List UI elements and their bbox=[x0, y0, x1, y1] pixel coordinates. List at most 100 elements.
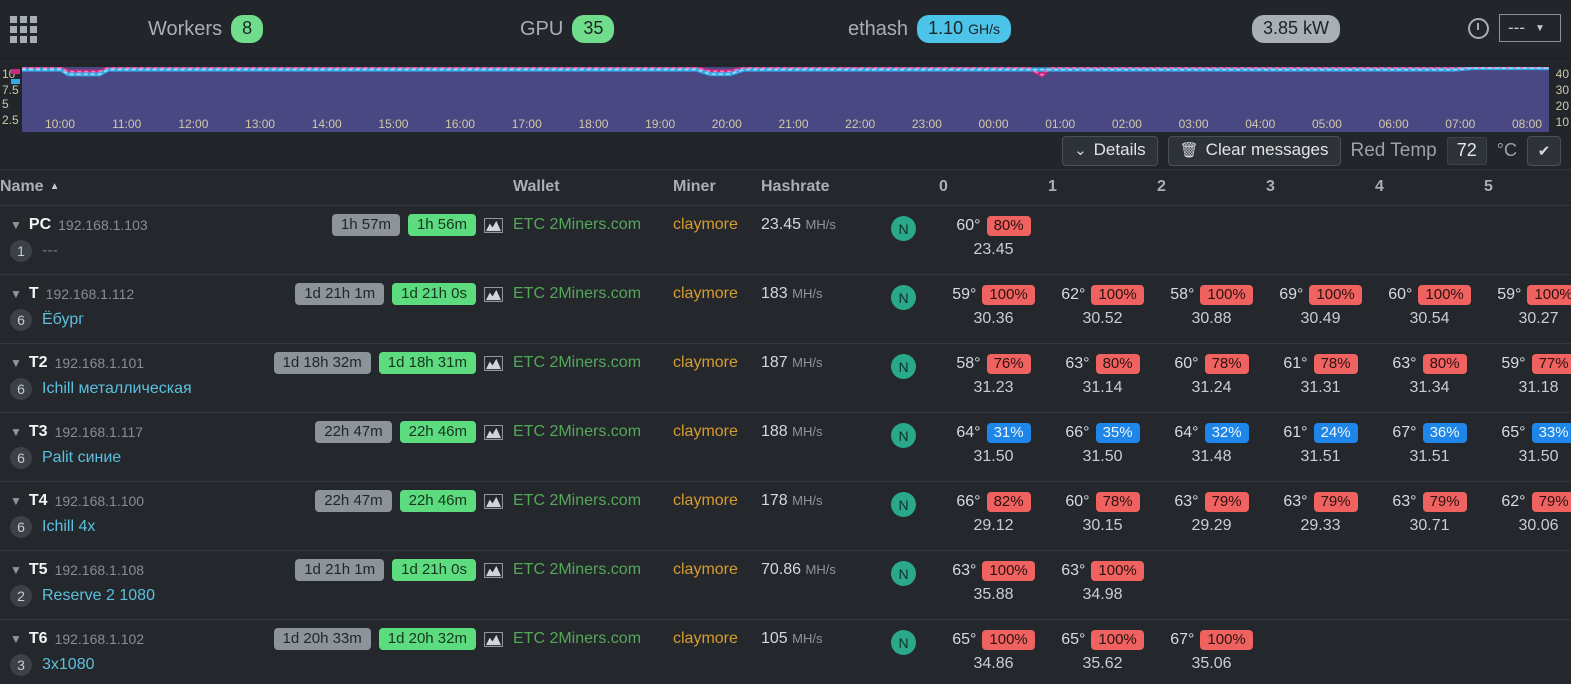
worker-name-cell[interactable]: ▼ T 192.168.1.112 6 Ёбург 1d 21h 1m 1d 21h 0s bbox=[0, 274, 513, 344]
gpu-cell-5[interactable]: 65° 33% 31.50 bbox=[1484, 412, 1571, 482]
status-badge[interactable]: N bbox=[891, 285, 916, 310]
gpu-cell-3[interactable]: 63° 79% 29.33 bbox=[1266, 481, 1375, 551]
worker-wallet[interactable]: ETC 2Miners.com bbox=[513, 481, 673, 551]
stat-power[interactable]: 3.85 kW bbox=[1252, 15, 1341, 43]
details-button[interactable]: ⌄ Details bbox=[1062, 135, 1158, 166]
status-badge[interactable]: N bbox=[891, 630, 916, 655]
miner-link[interactable]: claymore bbox=[673, 561, 738, 578]
column-header-gpu-4[interactable]: 4 bbox=[1375, 170, 1484, 206]
status-badge[interactable]: N bbox=[891, 561, 916, 586]
column-header-miner[interactable]: Miner bbox=[673, 170, 761, 206]
worker-alias[interactable]: Ichill металлическая bbox=[42, 380, 192, 398]
gpu-cell-1[interactable]: 63° 100% 34.98 bbox=[1048, 550, 1157, 620]
miner-link[interactable]: claymore bbox=[673, 492, 738, 509]
stat-workers[interactable]: Workers 8 bbox=[148, 15, 264, 43]
gpu-cell-2[interactable]: 58° 100% 30.88 bbox=[1157, 274, 1266, 344]
column-header-gpu-1[interactable]: 1 bbox=[1048, 170, 1157, 206]
gpu-cell-3[interactable]: 61° 24% 31.51 bbox=[1266, 412, 1375, 482]
mini-chart-icon[interactable] bbox=[484, 355, 503, 371]
stat-gpu[interactable]: GPU 35 bbox=[520, 15, 615, 43]
clear-messages-button[interactable]: 🗑 Clear messages bbox=[1167, 135, 1341, 166]
apps-grid-icon[interactable] bbox=[8, 14, 38, 44]
worker-name-cell[interactable]: ▼ T4 192.168.1.100 6 Ichill 4x 22h 47m 22h 46m bbox=[0, 481, 513, 551]
table-row[interactable]: ▼ T4 192.168.1.100 6 Ichill 4x 22h 47m 22h 46m… bbox=[0, 481, 1571, 551]
status-badge[interactable]: N bbox=[891, 423, 916, 448]
worker-name-cell[interactable]: ▼ T3 192.168.1.117 6 Palit синие 22h 47m 22h 4… bbox=[0, 412, 513, 482]
worker-miner[interactable]: claymore bbox=[673, 274, 761, 344]
gpu-cell-1[interactable]: 65° 100% 35.62 bbox=[1048, 619, 1157, 684]
gpu-cell-1[interactable]: 63° 80% 31.14 bbox=[1048, 343, 1157, 413]
expand-chevron-icon[interactable]: ▼ bbox=[10, 563, 22, 577]
gpu-cell-1[interactable]: 66° 35% 31.50 bbox=[1048, 412, 1157, 482]
worker-name-cell[interactable]: ▼ PC 192.168.1.103 1 --- 1h 57m 1h 56m bbox=[0, 205, 513, 275]
worker-miner[interactable]: claymore bbox=[673, 343, 761, 413]
table-row[interactable]: ▼ PC 192.168.1.103 1 --- 1h 57m 1h 56m ETC 2Min… bbox=[0, 205, 1571, 275]
gpu-cell-0[interactable]: 63° 100% 35.88 bbox=[939, 550, 1048, 620]
apply-red-temp-button[interactable]: ✔ bbox=[1527, 135, 1561, 166]
gpu-cell-5[interactable]: 59° 100% 30.27 bbox=[1484, 274, 1571, 344]
time-range-select[interactable]: --- ▼ bbox=[1499, 14, 1561, 42]
gpu-cell-4[interactable]: 67° 36% 31.51 bbox=[1375, 412, 1484, 482]
worker-alias[interactable]: 3x1080 bbox=[42, 656, 95, 674]
gpu-cell-4[interactable]: 63° 80% 31.34 bbox=[1375, 343, 1484, 413]
gpu-cell-2[interactable]: 64° 32% 31.48 bbox=[1157, 412, 1266, 482]
worker-alias[interactable]: Ichill 4x bbox=[42, 518, 95, 536]
worker-wallet[interactable]: ETC 2Miners.com bbox=[513, 412, 673, 482]
mini-chart-icon[interactable] bbox=[484, 562, 503, 578]
gpu-cell-0[interactable]: 60° 80% 23.45 bbox=[939, 205, 1048, 275]
worker-alias[interactable]: Ёбург bbox=[42, 311, 84, 329]
expand-chevron-icon[interactable]: ▼ bbox=[10, 494, 22, 508]
wallet-link[interactable]: ETC 2Miners.com bbox=[513, 561, 641, 578]
wallet-link[interactable]: ETC 2Miners.com bbox=[513, 492, 641, 509]
worker-miner[interactable]: claymore bbox=[673, 205, 761, 275]
gpu-cell-3[interactable]: 61° 78% 31.31 bbox=[1266, 343, 1375, 413]
gpu-cell-0[interactable]: 58° 76% 31.23 bbox=[939, 343, 1048, 413]
gpu-cell-0[interactable]: 65° 100% 34.86 bbox=[939, 619, 1048, 684]
mini-chart-icon[interactable] bbox=[484, 286, 503, 302]
worker-wallet[interactable]: ETC 2Miners.com bbox=[513, 550, 673, 620]
worker-name-cell[interactable]: ▼ T2 192.168.1.101 6 Ichill металлическая 1d … bbox=[0, 343, 513, 413]
miner-link[interactable]: claymore bbox=[673, 216, 738, 233]
gpu-cell-3[interactable]: 69° 100% 30.49 bbox=[1266, 274, 1375, 344]
worker-miner[interactable]: claymore bbox=[673, 619, 761, 684]
clock-icon[interactable] bbox=[1468, 17, 1489, 39]
worker-name-cell[interactable]: ▼ T6 192.168.1.102 3 3x1080 1d 20h 33m 1d 20h … bbox=[0, 619, 513, 684]
column-header-wallet[interactable]: Wallet bbox=[513, 170, 673, 206]
table-row[interactable]: ▼ T 192.168.1.112 6 Ёбург 1d 21h 1m 1d 21h 0s E… bbox=[0, 274, 1571, 344]
status-badge[interactable]: N bbox=[891, 492, 916, 517]
column-header-gpu-3[interactable]: 3 bbox=[1266, 170, 1375, 206]
worker-wallet[interactable]: ETC 2Miners.com bbox=[513, 619, 673, 684]
miner-link[interactable]: claymore bbox=[673, 630, 738, 647]
expand-chevron-icon[interactable]: ▼ bbox=[10, 356, 22, 370]
expand-chevron-icon[interactable]: ▼ bbox=[10, 425, 22, 439]
gpu-cell-2[interactable]: 67° 100% 35.06 bbox=[1157, 619, 1266, 684]
wallet-link[interactable]: ETC 2Miners.com bbox=[513, 423, 641, 440]
mini-chart-icon[interactable] bbox=[484, 217, 503, 233]
wallet-link[interactable]: ETC 2Miners.com bbox=[513, 216, 641, 233]
wallet-link[interactable]: ETC 2Miners.com bbox=[513, 354, 641, 371]
gpu-cell-2[interactable]: 60° 78% 31.24 bbox=[1157, 343, 1266, 413]
status-badge[interactable]: N bbox=[891, 216, 916, 241]
overview-chart[interactable]: 10 7.5 5 2.5 40 30 20 10 10:00 11:00 12:00 13:00 14:… bbox=[0, 59, 1571, 132]
expand-chevron-icon[interactable]: ▼ bbox=[10, 287, 22, 301]
worker-wallet[interactable]: ETC 2Miners.com bbox=[513, 343, 673, 413]
gpu-cell-1[interactable]: 60° 78% 30.15 bbox=[1048, 481, 1157, 551]
mini-chart-icon[interactable] bbox=[484, 424, 503, 440]
worker-wallet[interactable]: ETC 2Miners.com bbox=[513, 274, 673, 344]
gpu-cell-5[interactable]: 62° 79% 30.06 bbox=[1484, 481, 1571, 551]
stat-algorithm[interactable]: ethash 1.10 GH/s bbox=[848, 15, 1012, 43]
gpu-cell-0[interactable]: 66° 82% 29.12 bbox=[939, 481, 1048, 551]
worker-alias[interactable]: --- bbox=[42, 242, 58, 260]
miner-link[interactable]: claymore bbox=[673, 423, 738, 440]
wallet-link[interactable]: ETC 2Miners.com bbox=[513, 285, 641, 302]
gpu-cell-4[interactable]: 63° 79% 30.71 bbox=[1375, 481, 1484, 551]
worker-miner[interactable]: claymore bbox=[673, 412, 761, 482]
gpu-cell-4[interactable]: 60° 100% 30.54 bbox=[1375, 274, 1484, 344]
miner-link[interactable]: claymore bbox=[673, 285, 738, 302]
worker-name-cell[interactable]: ▼ T5 192.168.1.108 2 Reserve 2 1080 1d 21h 1m… bbox=[0, 550, 513, 620]
expand-chevron-icon[interactable]: ▼ bbox=[10, 632, 22, 646]
mini-chart-icon[interactable] bbox=[484, 631, 503, 647]
worker-alias[interactable]: Reserve 2 1080 bbox=[42, 587, 155, 605]
gpu-cell-1[interactable]: 62° 100% 30.52 bbox=[1048, 274, 1157, 344]
table-row[interactable]: ▼ T5 192.168.1.108 2 Reserve 2 1080 1d 21h 1m… bbox=[0, 550, 1571, 620]
